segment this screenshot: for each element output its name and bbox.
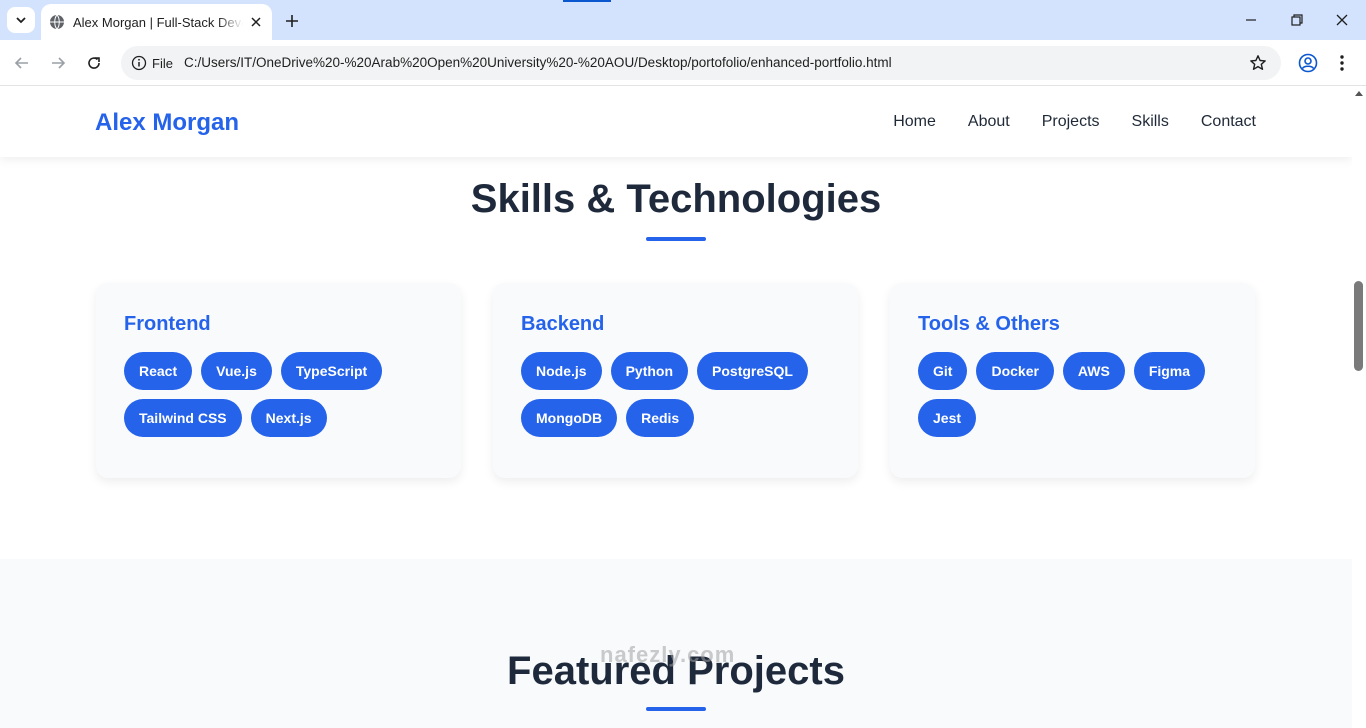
profile-button[interactable] (1296, 51, 1320, 75)
brand-logo[interactable]: Alex Morgan (95, 109, 239, 137)
arrow-left-icon (14, 57, 28, 69)
skills-title-underline (646, 237, 706, 241)
tab-close-icon[interactable] (248, 14, 264, 30)
globe-icon (49, 14, 65, 30)
address-bar[interactable]: File C:/Users/IT/OneDrive%20-%20Arab%20O… (121, 46, 1281, 80)
browser-tab-bar: Alex Morgan | Full-Stack Developer (0, 0, 1366, 40)
skill-category-title: Backend (521, 313, 605, 335)
bookmark-star-icon[interactable] (1247, 52, 1269, 74)
file-chip-label: File (152, 55, 173, 71)
page-viewport: Alex Morgan Home About Projects Skills C… (0, 87, 1352, 728)
skill-tag: Vue.js (201, 352, 272, 390)
watermark: nafezly.com (600, 642, 736, 667)
skill-card-frontend: Frontend React Vue.js TypeScript Tailwin… (96, 283, 461, 478)
arrow-right-icon (52, 57, 66, 69)
minimize-button[interactable] (1237, 6, 1265, 34)
skill-tag-list: React Vue.js TypeScript Tailwind CSS Nex… (124, 352, 433, 437)
skill-tag: Python (610, 352, 689, 390)
skill-tag: PostgreSQL (697, 352, 808, 390)
reload-icon (88, 57, 100, 69)
nav-skills[interactable]: Skills (1132, 113, 1169, 131)
skill-category-title: Frontend (124, 313, 211, 335)
profile-icon (1298, 53, 1318, 73)
skill-tag: MongoDB (521, 399, 618, 437)
nav-links: Home About Projects Skills Contact (893, 113, 1256, 131)
forward-button[interactable] (46, 51, 70, 75)
skills-section-title: Skills & Technologies (470, 177, 882, 221)
browser-tab[interactable]: Alex Morgan | Full-Stack Developer (41, 4, 272, 40)
reload-button[interactable] (82, 51, 106, 75)
browser-toolbar: File C:/Users/IT/OneDrive%20-%20Arab%20O… (0, 40, 1366, 86)
scrollbar-thumb[interactable] (1354, 281, 1363, 371)
chevron-down-icon (16, 17, 26, 24)
nav-home[interactable]: Home (893, 113, 936, 131)
tab-title: Alex Morgan | Full-Stack Developer (73, 14, 243, 30)
skill-tag: Redis (626, 399, 695, 437)
more-vertical-icon (1340, 55, 1344, 71)
skill-tag: Node.js (521, 352, 602, 390)
skill-tag: Next.js (250, 399, 327, 437)
info-icon (131, 55, 147, 71)
tab-search-button[interactable] (7, 7, 35, 33)
skill-card-tools: Tools & Others Git Docker AWS Figma Jest (890, 283, 1255, 478)
back-button[interactable] (10, 51, 34, 75)
skill-tag: Figma (1133, 352, 1206, 390)
site-info-chip[interactable]: File (127, 51, 183, 75)
skill-tag: Git (918, 352, 968, 390)
close-window-button[interactable] (1328, 6, 1356, 34)
skill-tag: Tailwind CSS (124, 399, 242, 437)
close-icon (1336, 14, 1348, 26)
nav-contact[interactable]: Contact (1201, 113, 1256, 131)
tab-strip-indicator (563, 0, 611, 2)
site-navbar: Alex Morgan Home About Projects Skills C… (0, 87, 1352, 157)
nav-projects[interactable]: Projects (1042, 113, 1100, 131)
nav-about[interactable]: About (968, 113, 1010, 131)
restore-icon (1291, 14, 1303, 26)
skill-tag: React (124, 352, 193, 390)
browser-menu-button[interactable] (1330, 51, 1354, 75)
skill-tag: Docker (976, 352, 1054, 390)
skill-tag-list: Node.js Python PostgreSQL MongoDB Redis (521, 352, 830, 437)
restore-button[interactable] (1283, 6, 1311, 34)
skill-tag: AWS (1062, 352, 1125, 390)
skill-tag-list: Git Docker AWS Figma Jest (918, 352, 1227, 437)
projects-title-underline (646, 707, 706, 711)
url-text[interactable]: C:/Users/IT/OneDrive%20-%20Arab%20Open%2… (184, 55, 892, 70)
skill-category-title: Tools & Others (918, 313, 1060, 335)
new-tab-button[interactable] (281, 10, 303, 32)
skill-tag: TypeScript (280, 352, 383, 390)
skill-tag: Jest (918, 399, 977, 437)
scroll-up-arrow-icon[interactable] (1355, 91, 1363, 96)
skill-card-backend: Backend Node.js Python PostgreSQL MongoD… (493, 283, 858, 478)
plus-icon (286, 15, 298, 27)
page-scrollbar[interactable] (1352, 87, 1366, 728)
minimize-icon (1246, 19, 1256, 21)
